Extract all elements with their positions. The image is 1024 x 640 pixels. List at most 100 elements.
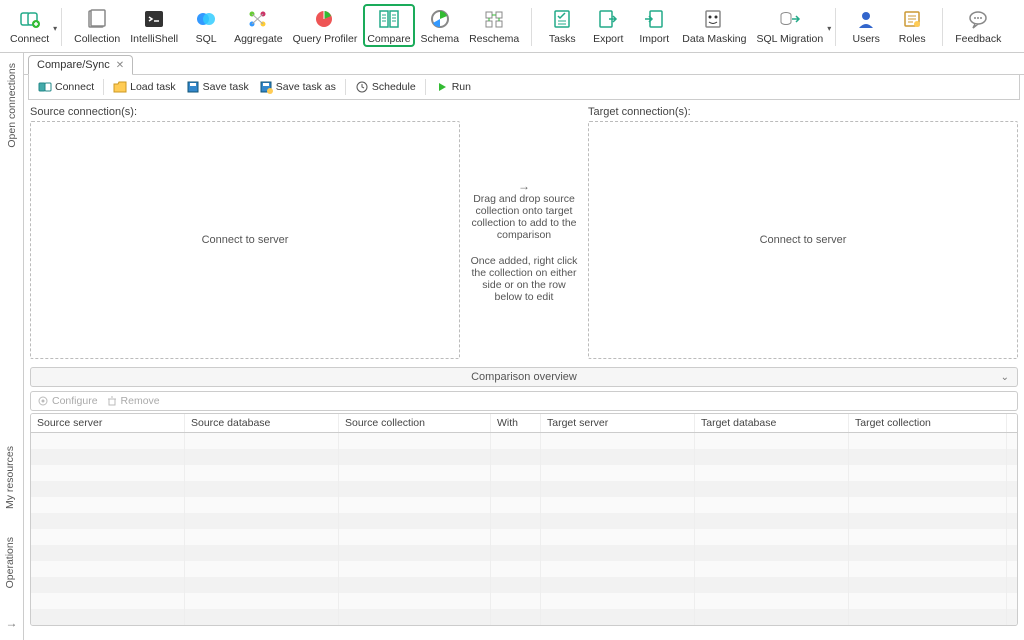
table-row[interactable] xyxy=(31,561,1017,577)
table-cell xyxy=(339,513,491,529)
toolbar-separator xyxy=(942,8,943,46)
configure-button[interactable]: Configure xyxy=(37,395,98,407)
folder-open-icon xyxy=(113,80,127,94)
intellishell-label: IntelliShell xyxy=(130,33,178,45)
table-row[interactable] xyxy=(31,497,1017,513)
queryprofiler-label: Query Profiler xyxy=(293,33,358,45)
configure-label: Configure xyxy=(52,395,98,407)
source-placeholder: Connect to server xyxy=(202,234,289,246)
tasks-label: Tasks xyxy=(549,33,576,45)
save-as-icon xyxy=(259,80,273,94)
table-cell xyxy=(339,481,491,497)
table-row[interactable] xyxy=(31,433,1017,449)
col-target-database[interactable]: Target database xyxy=(695,414,849,432)
table-cell xyxy=(339,609,491,625)
sqlmigration-button[interactable]: SQL Migration▾ xyxy=(752,4,827,47)
tab-compare-sync[interactable]: Compare/Sync ✕ xyxy=(28,55,133,75)
rail-tab-open-connections[interactable]: Open connections xyxy=(4,59,20,152)
save-task-button[interactable]: Save task xyxy=(181,78,254,96)
remove-button[interactable]: Remove xyxy=(106,395,160,407)
feedback-icon xyxy=(966,6,990,32)
schema-button[interactable]: Schema xyxy=(417,4,464,47)
source-dropzone[interactable]: Connect to server xyxy=(30,121,460,359)
export-button[interactable]: Export xyxy=(586,4,630,47)
table-row[interactable] xyxy=(31,481,1017,497)
compare-icon xyxy=(377,6,401,32)
table-cell xyxy=(695,577,849,593)
import-button[interactable]: Import xyxy=(632,4,676,47)
col-source-database[interactable]: Source database xyxy=(185,414,339,432)
table-row[interactable] xyxy=(31,529,1017,545)
rail-expand-icon[interactable]: → xyxy=(2,612,22,634)
export-icon xyxy=(596,6,620,32)
connect-icon xyxy=(18,6,42,32)
load-label: Load task xyxy=(130,81,176,93)
target-column: Target connection(s): Connect to server xyxy=(588,104,1018,359)
table-row[interactable] xyxy=(31,449,1017,465)
schema-label: Schema xyxy=(421,33,460,45)
overview-header[interactable]: Comparison overview ⌄ xyxy=(30,367,1018,387)
intellishell-button[interactable]: IntelliShell xyxy=(126,4,182,47)
chevron-down-icon[interactable]: ⌄ xyxy=(1001,372,1009,383)
feedback-button[interactable]: Feedback xyxy=(951,4,1005,47)
table-cell xyxy=(695,545,849,561)
clock-icon xyxy=(355,80,369,94)
table-cell xyxy=(849,609,1007,625)
table-row[interactable] xyxy=(31,593,1017,609)
run-button[interactable]: Run xyxy=(430,78,476,96)
table-row[interactable] xyxy=(31,465,1017,481)
chevron-down-icon[interactable]: ▾ xyxy=(53,24,57,33)
col-target-collection[interactable]: Target collection xyxy=(849,414,1007,432)
source-column: Source connection(s): Connect to server xyxy=(30,104,460,359)
tasks-icon xyxy=(550,6,574,32)
table-cell xyxy=(491,545,541,561)
source-label: Source connection(s): xyxy=(30,104,460,121)
table-cell xyxy=(185,545,339,561)
export-label: Export xyxy=(593,33,623,45)
datamasking-button[interactable]: Data Masking xyxy=(678,4,750,47)
connect-button[interactable]: Connect xyxy=(33,78,99,96)
compare-subtoolbar: Connect Load task Save task Save task as… xyxy=(28,75,1020,100)
table-row[interactable] xyxy=(31,513,1017,529)
users-button[interactable]: Users xyxy=(844,4,888,47)
roles-button[interactable]: Roles xyxy=(890,4,934,47)
table-cell xyxy=(31,465,185,481)
table-cell xyxy=(695,497,849,513)
table-cell xyxy=(695,449,849,465)
col-source-server[interactable]: Source server xyxy=(31,414,185,432)
overview-grid: Source server Source database Source col… xyxy=(30,413,1018,626)
table-cell xyxy=(491,465,541,481)
col-target-server[interactable]: Target server xyxy=(541,414,695,432)
aggregate-button[interactable]: Aggregate xyxy=(230,4,286,47)
save-task-as-button[interactable]: Save task as xyxy=(254,78,341,96)
table-cell xyxy=(541,545,695,561)
table-cell xyxy=(541,561,695,577)
col-source-collection[interactable]: Source collection xyxy=(339,414,491,432)
rail-tab-my-resources[interactable]: My resources xyxy=(2,442,22,513)
schedule-button[interactable]: Schedule xyxy=(350,78,421,96)
table-cell xyxy=(695,593,849,609)
connect-button[interactable]: Connect▾ xyxy=(6,4,53,47)
table-cell xyxy=(491,593,541,609)
queryprofiler-button[interactable]: Query Profiler xyxy=(289,4,362,47)
table-cell xyxy=(695,433,849,449)
table-cell xyxy=(491,497,541,513)
target-dropzone[interactable]: Connect to server xyxy=(588,121,1018,359)
load-task-button[interactable]: Load task xyxy=(108,78,181,96)
collection-button[interactable]: Collection xyxy=(70,4,124,47)
queryprofiler-icon xyxy=(313,6,337,32)
col-with[interactable]: With xyxy=(491,414,541,432)
table-cell xyxy=(849,497,1007,513)
rail-tab-operations[interactable]: Operations xyxy=(2,533,22,592)
tasks-button[interactable]: Tasks xyxy=(540,4,584,47)
table-cell xyxy=(339,561,491,577)
reschema-button[interactable]: Reschema xyxy=(465,4,523,47)
table-row[interactable] xyxy=(31,609,1017,625)
table-row[interactable] xyxy=(31,545,1017,561)
sql-button[interactable]: SQL xyxy=(184,4,228,47)
compare-button[interactable]: Compare xyxy=(363,4,414,47)
table-row[interactable] xyxy=(31,577,1017,593)
connect-icon xyxy=(38,80,52,94)
chevron-down-icon[interactable]: ▾ xyxy=(827,24,831,33)
close-icon[interactable]: ✕ xyxy=(116,60,124,71)
